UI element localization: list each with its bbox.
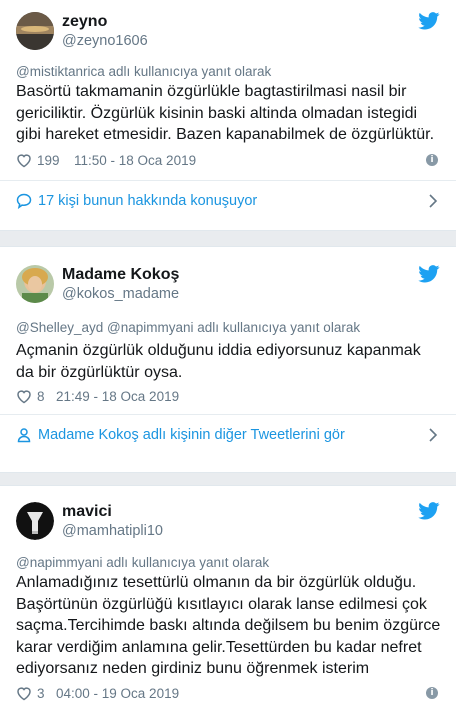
avatar[interactable]	[16, 502, 54, 540]
tweet-text-line: saçma.Tercihimde baskı altında değilsem …	[16, 617, 441, 634]
like-count: 199	[37, 153, 60, 168]
timestamp[interactable]: 21:49 - 18 Oca 2019	[56, 389, 179, 404]
divider	[0, 180, 456, 181]
tweet-meta: 199 11:50 - 18 Oca 2019 i	[16, 152, 440, 170]
tweet-text-line: Basörtü takmamanin özgürlükle bagtastiri…	[16, 83, 407, 100]
tweet-card: mavici @mamhatipli10 @napimmyani adlı ku…	[0, 485, 456, 711]
tweet-text-line: ediyorsanız neden girdiniz bunu öğrenmek…	[16, 660, 370, 677]
like-count: 8	[37, 389, 45, 404]
timestamp[interactable]: 04:00 - 19 Oca 2019	[56, 686, 179, 701]
avatar[interactable]	[16, 12, 54, 50]
reply-context[interactable]: @napimmyani adlı kullanıcıya yanıt olara…	[16, 555, 269, 570]
tweet-header: Madame Kokoş @kokos_madame	[16, 265, 440, 309]
like-count: 3	[37, 686, 45, 701]
tweet-text-line: Açmanin özgürlük olduğunu iddia ediyorsu…	[16, 342, 421, 359]
tweet-header: mavici @mamhatipli10	[16, 502, 440, 546]
tweet-text-line: gibi hareket etmesidir. Bazen kapanabilm…	[16, 126, 435, 143]
tweet-text: Anlamadığınız tesettürlü olmanın da bir …	[16, 572, 442, 680]
tweet-card: zeyno @zeyno1606 @mistiktanrica adlı kul…	[0, 0, 456, 231]
tweet-text-line: Başörtünün özgürlüğü kısıtlayıcı olarak …	[16, 595, 427, 613]
speech-bubble-icon	[16, 193, 32, 209]
twitter-bird-icon[interactable]	[418, 502, 440, 520]
info-icon[interactable]: i	[426, 154, 438, 166]
info-icon[interactable]: i	[426, 687, 438, 699]
more-tweets-link[interactable]: Madame Kokoş adlı kişinin diğer Tweetler…	[16, 425, 440, 447]
conversation-link-label: 17 kişi bunun hakkında konuşuyor	[38, 193, 258, 209]
chevron-right-icon	[429, 194, 438, 208]
conversation-link[interactable]: 17 kişi bunun hakkında konuşuyor	[16, 191, 440, 213]
tweet-meta: 8 21:49 - 18 Oca 2019	[16, 388, 440, 406]
tweet-card: Madame Kokoş @kokos_madame @Shelley_ayd …	[0, 246, 456, 473]
tweet-text: Açmanin özgürlük olduğunu iddia ediyorsu…	[16, 340, 442, 383]
tweet-text-line: da bir özgürlüktür oysa.	[16, 363, 183, 381]
author-handle[interactable]: @zeyno1606	[62, 33, 148, 49]
tweet-text-line: Anlamadığınız tesettürlü olmanın da bir …	[16, 574, 417, 591]
reply-context[interactable]: @mistiktanrica adlı kullanıcıya yanıt ol…	[16, 64, 271, 79]
timestamp[interactable]: 11:50 - 18 Oca 2019	[74, 153, 196, 168]
author-name[interactable]: Madame Kokoş	[62, 266, 179, 284]
tweet-text-line: gericiliktir. Özgürlük kisinin baski alt…	[16, 104, 418, 122]
reply-context[interactable]: @Shelley_ayd @napimmyani adlı kullanıcıy…	[16, 320, 360, 335]
author-name[interactable]: zeyno	[62, 13, 107, 31]
person-icon	[17, 428, 31, 443]
heart-icon[interactable]	[16, 686, 32, 701]
avatar[interactable]	[16, 265, 54, 303]
divider	[0, 414, 456, 415]
more-tweets-link-label: Madame Kokoş adlı kişinin diğer Tweetler…	[38, 427, 345, 443]
tweet-text: Basörtü takmamanin özgürlükle bagtastiri…	[16, 81, 442, 146]
heart-icon[interactable]	[16, 153, 32, 168]
tweet-meta: 3 04:00 - 19 Oca 2019 i	[16, 685, 440, 703]
chevron-right-icon	[429, 428, 438, 442]
heart-icon[interactable]	[16, 389, 32, 404]
tweet-header: zeyno @zeyno1606	[16, 12, 440, 56]
author-name[interactable]: mavici	[62, 503, 112, 521]
author-handle[interactable]: @mamhatipli10	[62, 523, 163, 539]
twitter-bird-icon[interactable]	[418, 12, 440, 30]
tweet-text-line: karar verdiğim anlamına gelir.Tesettürde…	[16, 638, 422, 656]
twitter-bird-icon[interactable]	[418, 265, 440, 283]
author-handle[interactable]: @kokos_madame	[62, 286, 179, 302]
